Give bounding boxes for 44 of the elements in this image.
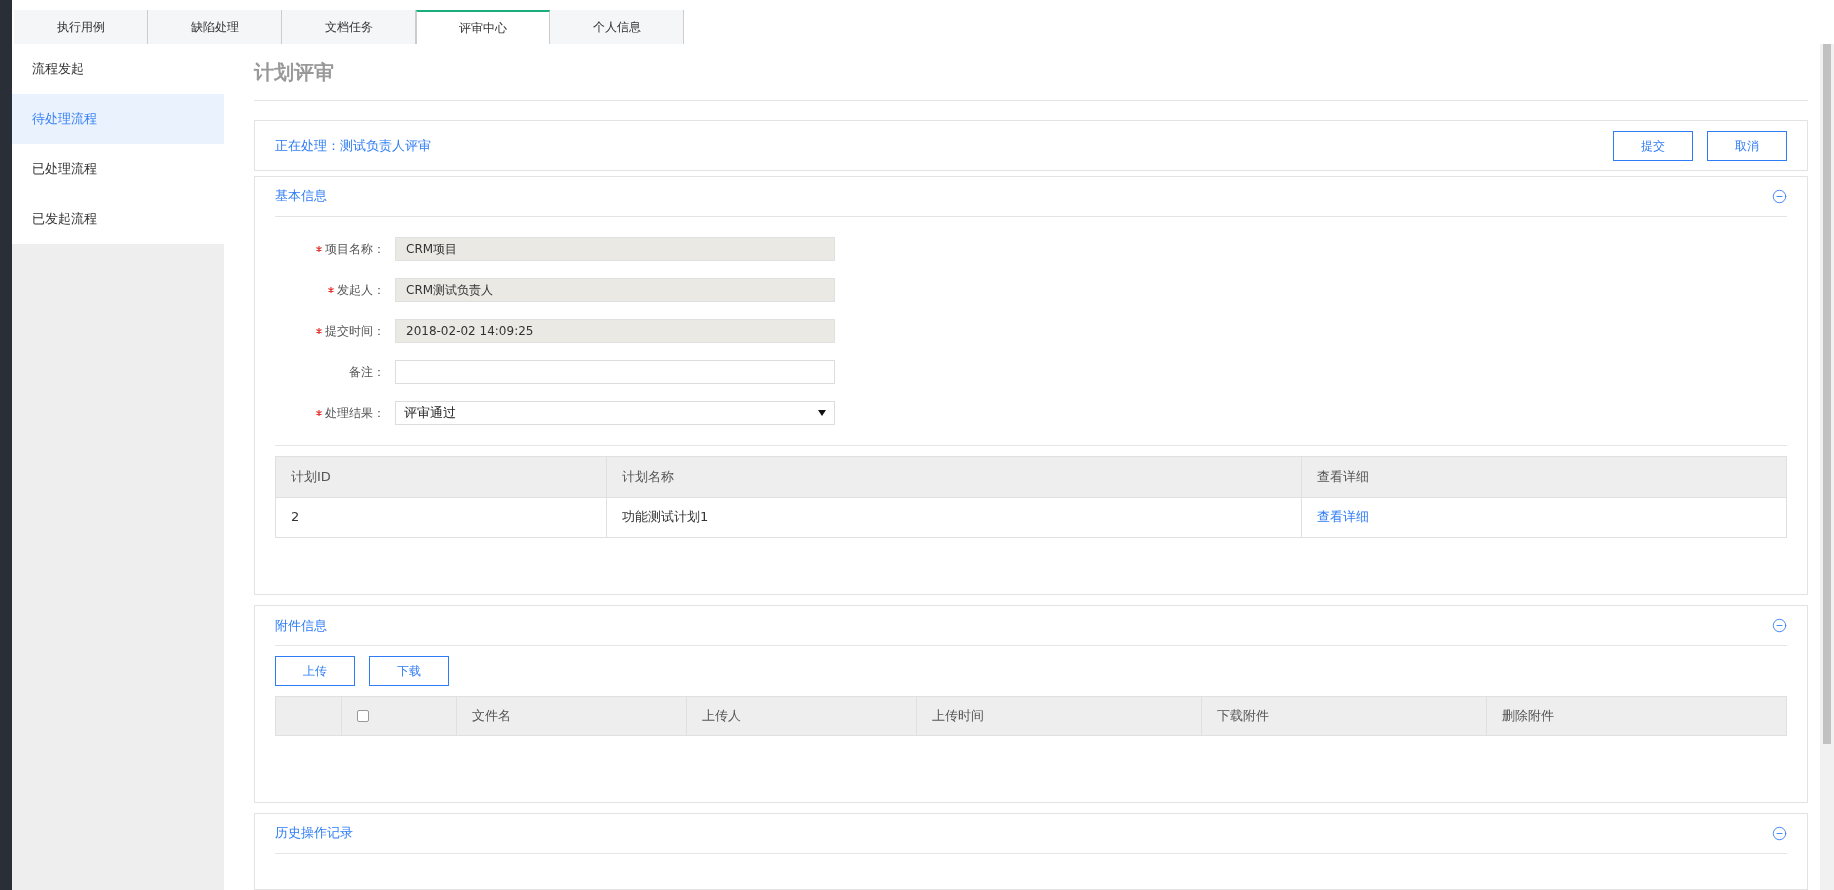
action-button[interactable]: 取消: [1707, 130, 1787, 161]
attachment-button[interactable]: 下载: [369, 655, 449, 686]
dropdown-field[interactable]: 评审通过: [395, 400, 835, 425]
collapse-icon[interactable]: [1772, 825, 1787, 841]
readonly-field: CRM项目: [395, 236, 835, 261]
table-cell-text: 2: [290, 508, 301, 527]
nav-tab[interactable]: 执行用例: [14, 10, 148, 44]
caret-icon: [818, 409, 826, 416]
table-cell: 功能测试计划1: [606, 497, 1301, 537]
processing-status: 正在处理：测试负责人评审: [275, 136, 431, 155]
nav-tab[interactable]: 缺陷处理: [148, 10, 282, 44]
action-button[interactable]: 提交: [1613, 130, 1693, 161]
panel-title: 基本信息: [275, 187, 327, 206]
input-field[interactable]: [395, 359, 835, 384]
column-header: 删除附件: [1486, 696, 1786, 735]
column-header: 上传人: [686, 696, 916, 735]
collapse-icon[interactable]: [1772, 617, 1787, 633]
field-label: 备注：: [349, 363, 385, 381]
column-header: 文件名: [456, 696, 686, 735]
nav-tab[interactable]: 评审中心: [416, 10, 550, 44]
panel-title: 附件信息: [275, 616, 327, 635]
field-label: 发起人：: [337, 281, 385, 299]
readonly-field: 2018-02-02 14:09:25: [395, 318, 835, 343]
field-label: 提交时间：: [325, 322, 385, 340]
column-header: 计划名称: [606, 456, 1301, 497]
select-all-checkbox[interactable]: [357, 709, 369, 722]
column-header: 下载附件: [1201, 696, 1486, 735]
sidebar-item[interactable]: 已发起流程: [12, 194, 224, 244]
nav-tab[interactable]: 文档任务: [282, 10, 416, 44]
column-header: 查看详细: [1301, 456, 1786, 497]
column-header: 上传时间: [916, 696, 1201, 735]
page-title: 计划评审: [254, 59, 334, 86]
nav-tab[interactable]: 个人信息: [550, 10, 684, 44]
field-label: 项目名称：: [325, 240, 385, 258]
collapse-icon[interactable]: [1772, 188, 1787, 204]
panel-title: 历史操作记录: [275, 824, 353, 843]
readonly-field: CRM测试负责人: [395, 277, 835, 302]
scrollbar[interactable]: [1820, 44, 1834, 890]
sidebar-item[interactable]: 已处理流程: [12, 144, 224, 194]
column-header: 计划ID: [290, 467, 332, 486]
view-details-link[interactable]: 查看详细: [1317, 507, 1369, 527]
field-label: 处理结果：: [325, 404, 385, 422]
sidebar-item[interactable]: 流程发起: [12, 44, 224, 94]
attachment-button[interactable]: 上传: [275, 655, 355, 686]
